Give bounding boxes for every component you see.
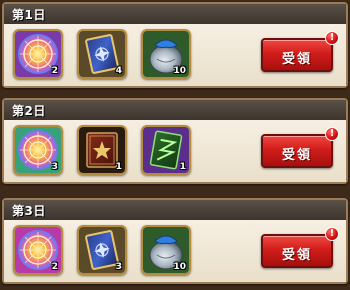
claim-button-label: 受領	[281, 248, 312, 263]
reward-item-slot[interactable]: 2	[13, 29, 63, 79]
day-reward-panel-2: 第2日 3 1 1 受領 !	[2, 98, 348, 184]
day-title: 第3日	[12, 204, 46, 218]
alert-badge-icon: !	[325, 127, 339, 141]
item-count: 10	[173, 262, 186, 272]
claim-button[interactable]: 受領	[261, 38, 333, 72]
reward-item-slot[interactable]: 4	[77, 29, 127, 79]
reward-item-slot[interactable]: 3	[77, 225, 127, 275]
day-reward-panel-1: 第1日 2 4 10 受領 !	[2, 2, 348, 88]
alert-badge-icon: !	[325, 31, 339, 45]
day-title: 第1日	[12, 8, 46, 22]
day-reward-panel-3: 第3日 2 3 10 受領 !	[2, 198, 348, 284]
day-reward-body: 2 4 10 受領 !	[4, 24, 346, 86]
day-header: 第2日	[4, 100, 346, 121]
claim-button-label: 受領	[281, 148, 312, 163]
day-reward-body: 3 1 1 受領 !	[4, 120, 346, 182]
item-count: 3	[115, 262, 122, 272]
claim-button-label: 受領	[281, 52, 312, 67]
reward-item-slot[interactable]: 2	[13, 225, 63, 275]
day-title: 第2日	[12, 104, 46, 118]
reward-item-slot[interactable]: 10	[141, 225, 191, 275]
day-header: 第3日	[4, 200, 346, 221]
item-count: 3	[51, 162, 58, 172]
claim-button[interactable]: 受領	[261, 134, 333, 168]
item-count: 1	[115, 162, 122, 172]
reward-item-slot[interactable]: 3	[13, 125, 63, 175]
item-count: 2	[51, 262, 58, 272]
login-reward-list: 第1日 2 4 10 受領 ! 第2日 3 1 1 受領 ! 第3日 2 3 1…	[0, 0, 350, 290]
reward-item-slot[interactable]: 1	[141, 125, 191, 175]
item-count: 1	[179, 162, 186, 172]
item-count: 4	[115, 66, 122, 76]
item-count: 2	[51, 66, 58, 76]
alert-badge-icon: !	[325, 227, 339, 241]
day-reward-body: 2 3 10 受領 !	[4, 220, 346, 282]
item-count: 10	[173, 66, 186, 76]
reward-item-slot[interactable]: 1	[77, 125, 127, 175]
claim-button[interactable]: 受領	[261, 234, 333, 268]
reward-item-slot[interactable]: 10	[141, 29, 191, 79]
day-header: 第1日	[4, 4, 346, 25]
